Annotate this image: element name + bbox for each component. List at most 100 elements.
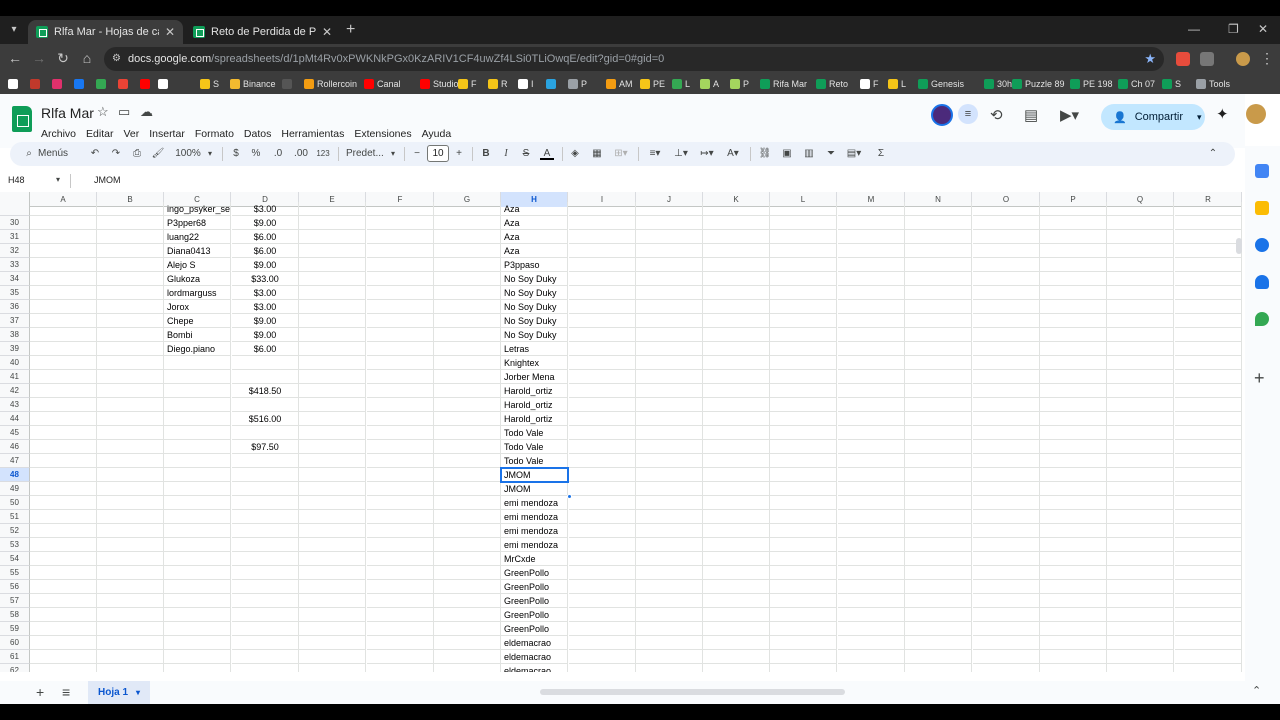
cell-n61[interactable] [905,650,972,664]
cell-d50[interactable] [232,496,299,510]
cell-m45[interactable] [838,426,905,440]
sheet-tab[interactable]: Hoja 1 ▾ [88,681,151,704]
cell-m61[interactable] [838,650,905,664]
cell-p61[interactable] [1040,650,1107,664]
cell-h58[interactable]: GreenPollo [501,608,568,622]
cell-a32[interactable] [30,244,97,258]
cell-n56[interactable] [905,580,972,594]
cell-e40[interactable] [299,356,366,370]
cell-m52[interactable] [838,524,905,538]
cell-k31[interactable] [703,230,770,244]
cell-h61[interactable]: eldemacrao [501,650,568,664]
cell-h60[interactable]: eldemacrao [501,636,568,650]
cell-o51[interactable] [973,510,1040,524]
cell-n51[interactable] [905,510,972,524]
cell-e32[interactable] [299,244,366,258]
cell-c40[interactable] [164,356,231,370]
cell-b32[interactable] [97,244,164,258]
cell-l37[interactable] [770,314,837,328]
cell-f62[interactable] [367,664,434,672]
bookmark-item[interactable]: 30h [984,77,1012,91]
cell-l58[interactable] [770,608,837,622]
row-header[interactable]: 30 [0,216,30,230]
cell-l43[interactable] [770,398,837,412]
comments-icon[interactable]: ▤ [1024,106,1038,124]
cell-n53[interactable] [905,538,972,552]
cell-g48[interactable] [434,468,501,482]
cell-q45[interactable] [1107,426,1174,440]
cell-e37[interactable] [299,314,366,328]
bookmark-item[interactable]: Canal [364,77,401,91]
cell-b41[interactable] [97,370,164,384]
cell-r38[interactable] [1175,328,1242,342]
cell-a36[interactable] [30,300,97,314]
row-header[interactable]: 55 [0,566,30,580]
cell-i56[interactable] [569,580,636,594]
cell-p42[interactable] [1040,384,1107,398]
cell-c39[interactable]: Diego.piano [164,342,231,356]
cell-h41[interactable]: Jorber Mena [501,370,568,384]
cell-l59[interactable] [770,622,837,636]
cell-i38[interactable] [569,328,636,342]
cell-b53[interactable] [97,538,164,552]
zoom-dropdown-icon[interactable]: ▾ [205,146,215,162]
cell-l50[interactable] [770,496,837,510]
cell-j41[interactable] [636,370,703,384]
cell-h42[interactable]: Harold_ortiz [501,384,568,398]
cell-n43[interactable] [905,398,972,412]
cell-jtop[interactable] [636,202,703,216]
cell-i31[interactable] [569,230,636,244]
row-header[interactable]: 33 [0,258,30,272]
cell-f49[interactable] [367,482,434,496]
cell-g40[interactable] [434,356,501,370]
cell-n39[interactable] [905,342,972,356]
bookmark-item[interactable]: PE [640,77,665,91]
cell-g31[interactable] [434,230,501,244]
version-history-icon[interactable]: ⟲ [990,106,1003,124]
contacts-icon[interactable] [1255,275,1269,289]
row-header[interactable]: 61 [0,650,30,664]
cell-i41[interactable] [569,370,636,384]
cell-c31[interactable]: luang22 [164,230,231,244]
cell-e51[interactable] [299,510,366,524]
cell-m50[interactable] [838,496,905,510]
cell-r44[interactable] [1175,412,1242,426]
cell-e62[interactable] [299,664,366,672]
cell-n30[interactable] [905,216,972,230]
cell-o59[interactable] [973,622,1040,636]
add-sheet-icon[interactable]: + [36,684,44,700]
cell-b60[interactable] [97,636,164,650]
row-header[interactable]: 60 [0,636,30,650]
cell-j37[interactable] [636,314,703,328]
cell-p44[interactable] [1040,412,1107,426]
row-header[interactable]: 58 [0,608,30,622]
cell-g49[interactable] [434,482,501,496]
cell-p47[interactable] [1040,454,1107,468]
add-addon-icon[interactable]: + [1254,368,1265,389]
borders-icon[interactable]: ▦ [590,146,604,162]
cell-q30[interactable] [1107,216,1174,230]
cell-a53[interactable] [30,538,97,552]
cell-j52[interactable] [636,524,703,538]
cell-l48[interactable] [770,468,837,482]
cell-p33[interactable] [1040,258,1107,272]
cell-p30[interactable] [1040,216,1107,230]
cell-f43[interactable] [367,398,434,412]
cell-q38[interactable] [1107,328,1174,342]
cell-i52[interactable] [569,524,636,538]
cell-k36[interactable] [703,300,770,314]
cell-r57[interactable] [1175,594,1242,608]
cell-c54[interactable] [164,552,231,566]
cell-l31[interactable] [770,230,837,244]
bookmark-item[interactable]: Tools [1196,77,1230,91]
bookmark-item[interactable] [118,77,128,91]
cell-r39[interactable] [1175,342,1242,356]
cell-k42[interactable] [703,384,770,398]
cell-d30[interactable]: $9.00 [232,216,299,230]
meet-icon[interactable]: ▶▾ [1060,106,1079,124]
cell-i49[interactable] [569,482,636,496]
cell-m43[interactable] [838,398,905,412]
row-header[interactable]: 34 [0,272,30,286]
cell-h49[interactable]: JMOM [501,482,568,496]
cell-f53[interactable] [367,538,434,552]
